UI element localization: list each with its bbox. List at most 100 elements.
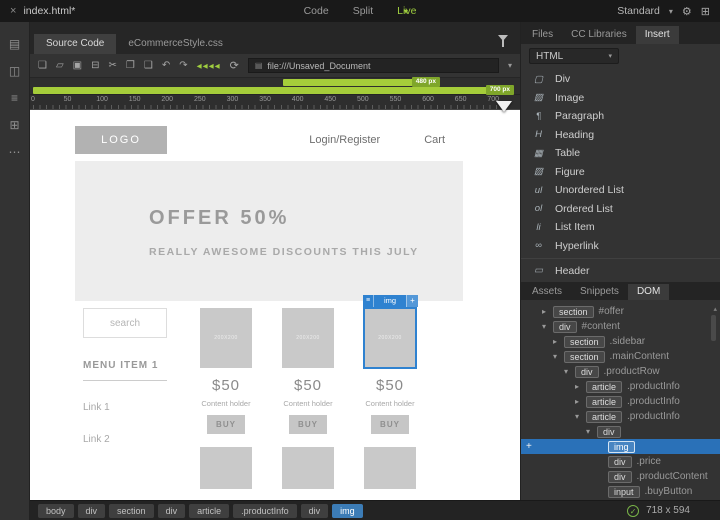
insert-item[interactable]: ▦ Table: [521, 144, 720, 163]
insert-category-select[interactable]: HTML ▾: [529, 48, 619, 64]
toolbar-icon[interactable]: ↶: [162, 60, 170, 71]
rail-icon[interactable]: ⊞: [9, 119, 19, 131]
dom-disclosure-icon[interactable]: ▾: [553, 349, 564, 364]
insert-item[interactable]: ¶ Paragraph: [521, 107, 720, 126]
insert-item[interactable]: H Heading: [521, 126, 720, 145]
tag-selector-pill[interactable]: body: [38, 503, 74, 518]
dom-tree-row[interactable]: + div .productContent: [521, 469, 720, 484]
dom-tag-pill[interactable]: article: [586, 410, 623, 423]
dom-tree-row[interactable]: + ▾ article .productInfo: [521, 409, 720, 424]
dom-tag-pill[interactable]: div: [575, 365, 599, 378]
tag-selector-pill[interactable]: div: [157, 503, 186, 518]
ruler-marker-icon[interactable]: [496, 101, 512, 112]
scrollbar-thumb[interactable]: [711, 315, 716, 341]
refresh-icon[interactable]: ⟳: [230, 59, 239, 72]
dom-tree-row[interactable]: + ▾ section .mainContent: [521, 349, 720, 364]
rail-icon[interactable]: ⋯: [9, 146, 21, 158]
toolbar-icon[interactable]: ↷: [179, 60, 187, 71]
media-query-480[interactable]: 480 px: [283, 77, 440, 87]
dom-tree-row[interactable]: + ▾ div .productRow: [521, 364, 720, 379]
dom-tree-row[interactable]: + ▸ article .productInfo: [521, 379, 720, 394]
product-image-placeholder[interactable]: 200X200: [200, 308, 252, 368]
gear-icon[interactable]: ⚙: [682, 5, 692, 18]
product-card[interactable]: ≡ img + 200X200 $50 Content holder BUY: [363, 295, 418, 489]
document-tab-title[interactable]: index.html*: [23, 5, 75, 17]
dom-disclosure-icon[interactable]: ▾: [586, 424, 597, 439]
toolbar-icon[interactable]: ❑: [144, 60, 153, 71]
toolbar-icon[interactable]: ❏: [38, 60, 47, 71]
buy-button[interactable]: BUY: [207, 415, 245, 434]
dom-tree-row[interactable]: + ▾ div #content: [521, 319, 720, 334]
panel-tab[interactable]: Insert: [635, 26, 679, 44]
dom-tree-row[interactable]: + img: [521, 439, 720, 454]
bottom-panel-tab[interactable]: DOM: [627, 284, 670, 300]
dom-tree-row[interactable]: + ▾ div: [521, 424, 720, 439]
tag-selector-pill[interactable]: img: [332, 503, 363, 518]
view-mode-button[interactable]: Code: [304, 5, 329, 17]
dom-disclosure-icon[interactable]: ▸: [575, 379, 586, 394]
buy-button[interactable]: BUY: [371, 415, 409, 434]
scrollbar-up-icon[interactable]: ▴: [713, 305, 717, 313]
insert-item[interactable]: ▨ Image: [521, 89, 720, 108]
tag-selector-pill[interactable]: section: [109, 503, 154, 518]
insert-item[interactable]: li List Item: [521, 218, 720, 237]
bottom-panel-tab[interactable]: Snippets: [571, 284, 628, 300]
dom-tree-row[interactable]: + ▸ section .sidebar: [521, 334, 720, 349]
dom-disclosure-icon[interactable]: ▸: [575, 394, 586, 409]
insert-item[interactable]: ∞ Hyperlink: [521, 237, 720, 256]
login-register-link[interactable]: Login/Register: [309, 134, 380, 146]
toolbar-icon[interactable]: ✂: [109, 60, 117, 71]
dom-disclosure-icon[interactable]: ▾: [542, 319, 553, 334]
insert-item[interactable]: ▭ Header: [521, 262, 720, 281]
tag-selector-pill[interactable]: article: [189, 503, 230, 518]
media-query-700[interactable]: 700 px: [33, 85, 514, 95]
insert-item[interactable]: ul Unordered List: [521, 181, 720, 200]
dom-tag-pill[interactable]: article: [586, 395, 623, 408]
toolbar-icon[interactable]: ⊟: [91, 60, 99, 71]
menu-link[interactable]: Link 2: [83, 434, 167, 445]
dom-tag-pill[interactable]: div: [608, 470, 632, 483]
dom-tag-pill[interactable]: input: [608, 485, 640, 498]
product-image-placeholder[interactable]: 200X200: [363, 307, 417, 369]
product-image-placeholder[interactable]: 200X200: [282, 308, 334, 368]
toolbar-icon[interactable]: ▱: [56, 60, 64, 71]
tag-selector-pill[interactable]: div: [77, 503, 106, 518]
toolbar-icon[interactable]: ❐: [126, 60, 135, 71]
rail-icon[interactable]: ≡: [11, 92, 18, 104]
dom-tag-pill[interactable]: div: [608, 455, 632, 468]
workspace-caret-icon[interactable]: ▾: [669, 7, 673, 16]
dom-tag-pill[interactable]: section: [564, 350, 605, 363]
dom-tag-pill[interactable]: section: [564, 335, 605, 348]
dom-tree-row[interactable]: + div .price: [521, 454, 720, 469]
address-caret-icon[interactable]: ▾: [508, 61, 512, 70]
buy-button[interactable]: BUY: [289, 415, 327, 434]
bottom-panel-tab[interactable]: Assets: [523, 284, 571, 300]
add-element-icon[interactable]: +: [406, 295, 418, 307]
dom-tree-row[interactable]: + input .buyButton: [521, 484, 720, 499]
view-mode-button[interactable]: Split: [353, 5, 373, 17]
insert-item[interactable]: ol Ordered List: [521, 200, 720, 219]
dom-tag-pill[interactable]: div: [597, 425, 621, 438]
workspace-selector[interactable]: Standard: [617, 5, 660, 17]
product-card[interactable]: ≡ + 200X200 $50 Content holder BUY: [282, 308, 334, 489]
insert-item[interactable]: ▧ Figure: [521, 163, 720, 182]
dom-tag-pill[interactable]: section: [553, 305, 594, 318]
hamburger-icon[interactable]: ≡: [363, 295, 375, 307]
viewport-dimensions[interactable]: 718 x 594: [646, 505, 690, 516]
dom-tag-pill[interactable]: img: [608, 440, 635, 453]
cart-link[interactable]: Cart: [424, 134, 445, 146]
dom-disclosure-icon[interactable]: ▸: [553, 334, 564, 349]
product-card[interactable]: ≡ + 200X200 $50 Content holder BUY: [200, 308, 252, 489]
selected-element-badge[interactable]: ≡ img +: [363, 295, 418, 307]
related-file-tab[interactable]: Source Code: [34, 34, 117, 54]
offer-hero-section[interactable]: OFFER 50% REALLY AWESOME DISCOUNTS THIS …: [75, 161, 463, 301]
dom-disclosure-icon[interactable]: ▾: [564, 364, 575, 379]
layout-grid-icon[interactable]: ⊞: [701, 5, 710, 18]
address-bar[interactable]: ▤ file:///Unsaved_Document: [247, 58, 499, 73]
filter-related-files[interactable]: [498, 28, 508, 47]
dom-tree-row[interactable]: + ▸ section #offer: [521, 304, 720, 319]
dom-add-element-icon[interactable]: +: [526, 439, 532, 454]
tag-selector-pill[interactable]: div: [300, 503, 329, 518]
menu-link[interactable]: Link 1: [83, 402, 167, 413]
search-input[interactable]: [83, 308, 167, 338]
